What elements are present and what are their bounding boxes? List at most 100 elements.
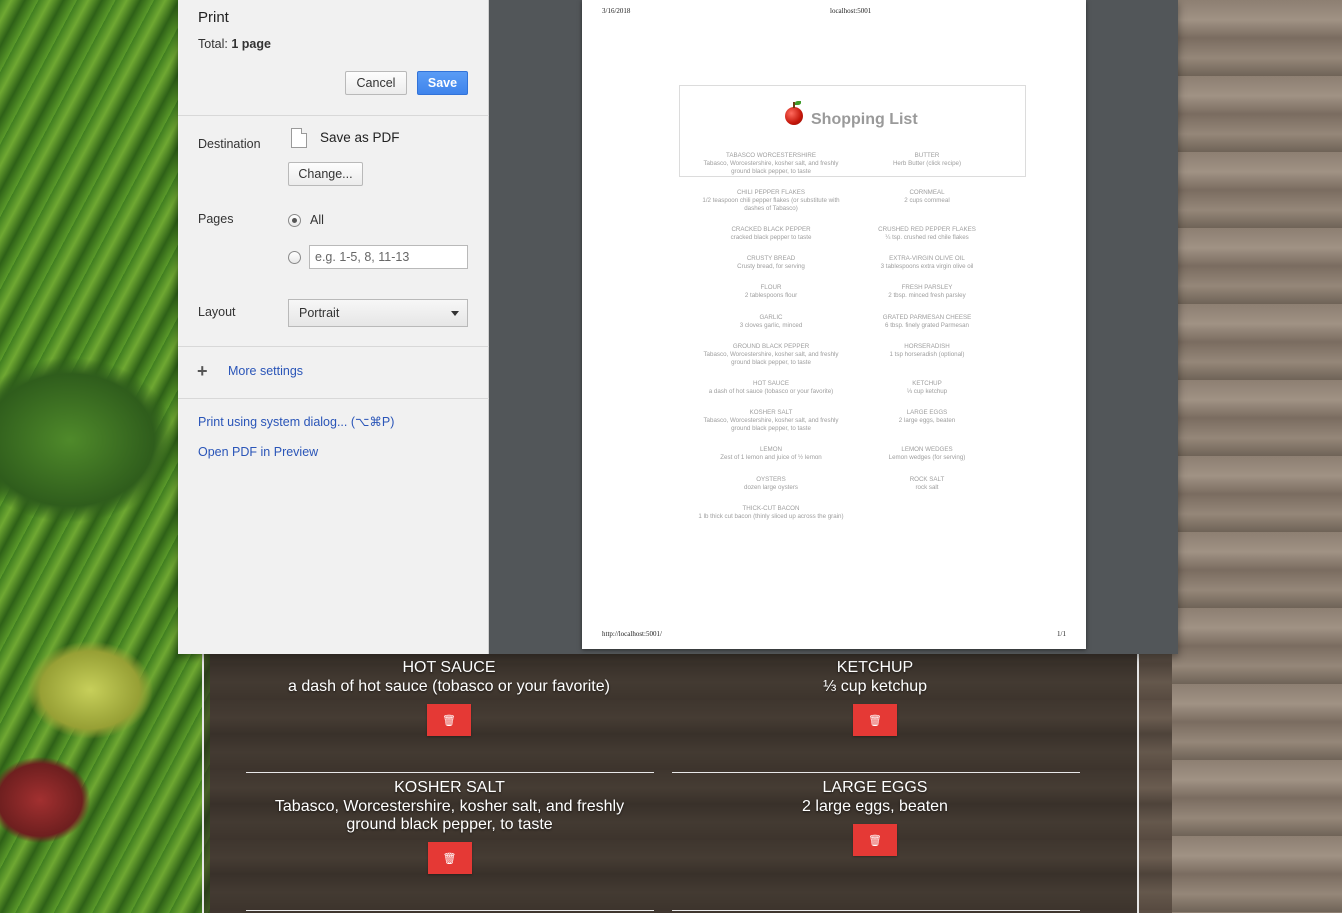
open-pdf-link[interactable]: Open PDF in Preview (198, 445, 318, 459)
item-desc: 6 tbsp. finely grated Parmesan (885, 322, 969, 329)
item-desc: a dash of hot sauce (tobasco or your fav… (288, 678, 610, 695)
trash-icon: 🗑 (868, 834, 882, 847)
shopping-list-app: HOT SAUCE a dash of hot sauce (tobasco o… (202, 654, 1139, 913)
item-desc: Crusty bread, for serving (737, 263, 805, 270)
preview-item: CRUSHED RED PEPPER FLAKES ¼ tsp. crushed … (852, 226, 1002, 242)
list-item: KOSHER SALT Tabasco, Worcestershire, kos… (272, 778, 627, 874)
divider (246, 910, 654, 911)
trash-icon: 🗑 (442, 714, 456, 727)
item-name: CORNMEAL (909, 189, 945, 196)
layout-select[interactable]: Portrait (288, 299, 468, 327)
item-name: GARLIC (759, 314, 783, 321)
document-icon (291, 128, 307, 148)
item-name: GROUND BLACK PEPPER (732, 343, 810, 350)
divider (178, 346, 489, 347)
item-name: LARGE EGGS (822, 779, 928, 796)
preview-item: HOT SAUCE a dash of hot sauce (tobasco or… (696, 380, 846, 396)
preview-item: KETCHUP ⅓ cup ketchup (852, 380, 1002, 396)
total-label: Total: (198, 37, 228, 51)
preview-item: BUTTER Herb Butter (click recipe) (852, 152, 1002, 168)
item-name: KETCHUP (912, 380, 942, 387)
print-preview-page: 3/16/2018 localhost:5001 Shopping List T… (582, 0, 1086, 649)
page-total: Total: 1 page (198, 37, 271, 51)
item-name: THICK-CUT BACON (742, 505, 800, 512)
item-desc: Zest of 1 lemon and juice of ½ lemon (720, 454, 822, 461)
delete-button[interactable]: 🗑 (427, 842, 472, 874)
divider (178, 398, 489, 399)
plus-icon[interactable]: + (197, 362, 208, 380)
cancel-button[interactable]: Cancel (345, 71, 407, 95)
header-date: 3/16/2018 (602, 7, 631, 15)
preview-item: KOSHER SALT Tabasco, Worcestershire, kosh… (696, 409, 846, 433)
chevron-down-icon (451, 311, 459, 316)
item-desc: 2 tbsp. minced fresh parsley (888, 292, 966, 299)
print-dialog: Print Total: 1 page Cancel Save Destinat… (178, 0, 1178, 654)
item-desc: a dash of hot sauce (tobasco or your fav… (708, 388, 834, 395)
item-name: FRESH PARSLEY (901, 284, 953, 291)
preview-item: THICK-CUT BACON 1 lb thick cut bacon (thi… (696, 505, 846, 521)
preview-item: FRESH PARSLEY 2 tbsp. minced fresh parsle… (852, 284, 1002, 300)
item-name: CHILI PEPPER FLAKES (736, 189, 806, 196)
item-name: CRUSHED RED PEPPER FLAKES (878, 226, 976, 233)
preview-title: Shopping List (811, 111, 918, 128)
system-dialog-link[interactable]: Print using system dialog... (⌥⌘P) (198, 414, 394, 429)
preview-item: EXTRA-VIRGIN OLIVE OIL 3 tablespoons extr… (852, 255, 1002, 271)
item-name: HOT SAUCE (402, 659, 496, 676)
item-name: KOSHER SALT (749, 409, 793, 416)
item-name: LEMON (759, 446, 782, 453)
item-desc: 3 tablespoons extra virgin olive oil (880, 263, 974, 270)
preview-item: GRATED PARMESAN CHEESE 6 tbsp. finely gra… (852, 314, 1002, 330)
preview-item: LEMON WEDGES Lemon wedges (for serving) (852, 446, 1002, 462)
preview-item: GARLIC 3 cloves garlic, minced (696, 314, 846, 330)
divider (246, 772, 654, 773)
pages-all-label: All (310, 213, 324, 227)
delete-button[interactable]: 🗑 (853, 704, 897, 736)
item-desc: 1 tsp horseradish (optional) (889, 351, 965, 358)
pages-custom-radio[interactable] (288, 251, 301, 264)
item-desc: 1/2 teaspoon chili pepper flakes (or sub… (702, 197, 840, 212)
item-name: BUTTER (914, 152, 940, 159)
item-name: HORSERADISH (904, 343, 950, 350)
item-desc: Tabasco, Worcestershire, kosher salt, an… (703, 160, 839, 175)
save-button[interactable]: Save (417, 71, 468, 95)
item-name: TABASCO WORCESTERSHIRE (726, 152, 816, 159)
layout-label: Layout (198, 305, 236, 319)
trash-icon: 🗑 (868, 714, 882, 727)
preview-item: CHILI PEPPER FLAKES 1/2 teaspoon chili pe… (696, 189, 846, 213)
list-item: HOT SAUCE a dash of hot sauce (tobasco o… (254, 658, 644, 736)
item-desc: Tabasco, Worcestershire, kosher salt, an… (703, 417, 839, 432)
item-name: KETCHUP (836, 659, 914, 676)
item-desc: 2 large eggs, beaten (898, 417, 956, 424)
delete-button[interactable]: 🗑 (853, 824, 897, 856)
pages-label: Pages (198, 212, 234, 226)
item-name: CRACKED BLACK PEPPER (731, 226, 811, 233)
item-desc: rock salt (915, 484, 939, 491)
item-name: FLOUR (760, 284, 782, 291)
change-destination-button[interactable]: Change... (288, 162, 363, 186)
divider (672, 910, 1080, 911)
item-desc: Herb Butter (click recipe) (892, 160, 962, 167)
item-desc: 2 cups cornmeal (904, 197, 950, 204)
footer-page: 1/1 (1057, 630, 1066, 638)
apple-icon (785, 101, 803, 125)
pages-all-radio[interactable] (288, 214, 301, 227)
item-desc: dozen large oysters (744, 484, 798, 491)
item-name: GRATED PARMESAN CHEESE (882, 314, 972, 321)
print-settings-panel: Print Total: 1 page Cancel Save Destinat… (178, 0, 489, 654)
delete-button[interactable]: 🗑 (427, 704, 471, 736)
preview-item: CORNMEAL 2 cups cornmeal (852, 189, 1002, 205)
footer-url: http://localhost:5001/ (602, 630, 662, 638)
background-wood (1172, 0, 1342, 913)
total-value: 1 page (231, 37, 271, 51)
layout-value: Portrait (299, 306, 340, 320)
item-desc: 1 lb thick cut bacon (thinly sliced up a… (698, 513, 844, 520)
list-item: KETCHUP ⅓ cup ketchup 🗑 (680, 658, 1070, 736)
item-desc: Lemon wedges (for serving) (888, 454, 966, 461)
item-name: KOSHER SALT (394, 779, 505, 796)
preview-item: ROCK SALT rock salt (852, 476, 1002, 492)
divider (672, 772, 1080, 773)
list-item: LARGE EGGS 2 large eggs, beaten 🗑 (680, 778, 1070, 856)
more-settings-link[interactable]: More settings (228, 364, 303, 378)
trash-icon: 🗑 (442, 852, 457, 865)
pages-range-input[interactable] (309, 245, 468, 269)
